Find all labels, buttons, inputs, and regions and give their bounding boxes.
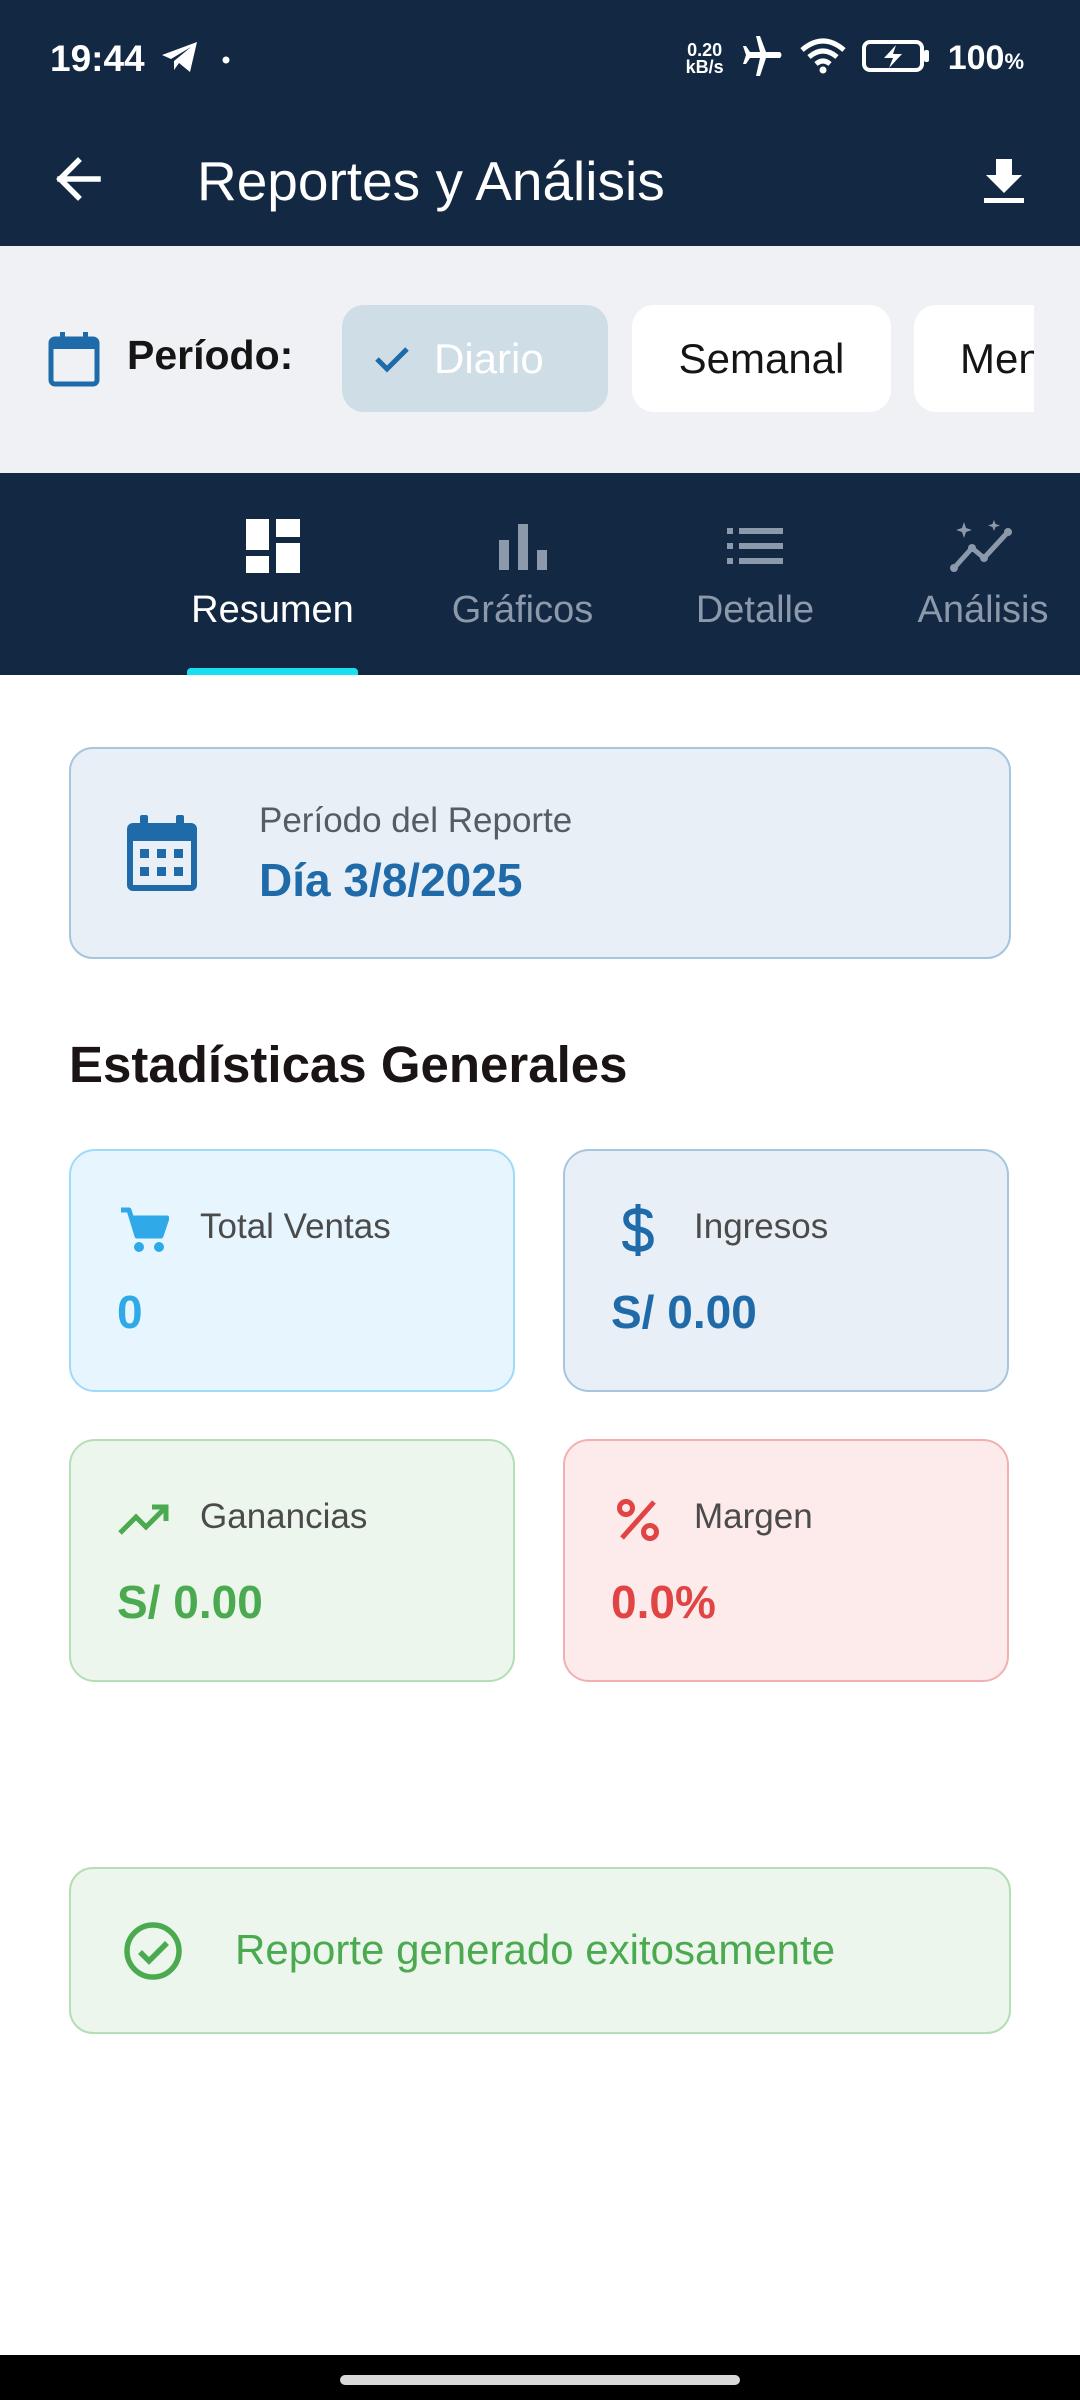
period-chip-semanal[interactable]: Semanal (632, 305, 891, 412)
back-button[interactable] (40, 143, 116, 219)
stat-label: Total Ventas (200, 1207, 391, 1246)
dashboard-icon (245, 515, 300, 577)
chip-label: Mensual (960, 334, 1034, 382)
trending-up-icon (117, 1493, 171, 1547)
check-circle-icon (123, 1921, 183, 1986)
wifi-icon (800, 38, 846, 79)
tab-label: Resumen (191, 589, 354, 631)
navigation-bar (0, 2355, 1080, 2400)
insights-icon (950, 515, 1016, 577)
dollar-icon (611, 1203, 665, 1257)
status-bar: 19:44 0.20 kB/s 100% (0, 0, 1080, 123)
chip-label: Diario (434, 334, 544, 382)
check-icon (374, 335, 410, 383)
stat-value: 0.0% (611, 1576, 716, 1628)
tab-detalle[interactable]: Detalle (680, 473, 830, 675)
telegram-icon (160, 40, 200, 79)
chip-label: Semanal (678, 334, 845, 382)
stat-card-total-ventas: Total Ventas 0 (69, 1149, 515, 1392)
percent-icon (611, 1493, 665, 1547)
tab-label: Gráficos (451, 589, 594, 631)
report-period-card: Período del Reporte Día 3/8/2025 (69, 747, 1011, 959)
bar-chart-icon (498, 515, 547, 577)
cart-icon (117, 1203, 171, 1257)
calendar-icon (127, 815, 197, 896)
stat-card-ganancias: Ganancias S/ 0.00 (69, 1439, 515, 1682)
airplane-icon (740, 36, 784, 81)
tab-label: Análisis (917, 589, 1049, 631)
calendar-icon (48, 331, 100, 392)
stat-label: Ganancias (200, 1497, 368, 1536)
tab-resumen[interactable]: Resumen (187, 473, 358, 675)
status-time: 19:44 (50, 38, 145, 79)
success-banner: Reporte generado exitosamente (69, 1867, 1011, 2034)
report-period-subtitle: Período del Reporte (259, 801, 573, 840)
stat-value: 0 (117, 1286, 143, 1338)
list-icon (727, 515, 783, 577)
home-gesture-handle[interactable] (340, 2375, 740, 2385)
arrow-back-icon (54, 156, 102, 206)
tab-label: Detalle (695, 589, 815, 631)
success-message: Reporte generado exitosamente (235, 1926, 836, 1973)
page-title: Reportes y Análisis (197, 150, 665, 212)
network-speed: 0.20 kB/s (685, 39, 724, 77)
stat-value: S/ 0.00 (117, 1576, 263, 1628)
report-period-date: Día 3/8/2025 (259, 854, 523, 906)
period-chip-mensual[interactable]: Mensual (914, 305, 1034, 412)
tab-indicator (187, 668, 358, 675)
battery-charging-icon (861, 39, 932, 78)
stat-label: Margen (694, 1497, 813, 1536)
period-chip-diario[interactable]: Diario (342, 305, 608, 412)
period-label: Período: (127, 332, 294, 378)
stat-label: Ingresos (694, 1207, 829, 1246)
tab-graficos[interactable]: Gráficos (440, 473, 605, 675)
download-button[interactable] (964, 143, 1044, 223)
stat-card-ingresos: Ingresos S/ 0.00 (563, 1149, 1009, 1392)
stat-card-margen: Margen 0.0% (563, 1439, 1009, 1682)
period-filter: Período: Diario Semanal Mensual (0, 246, 1080, 473)
download-icon (982, 157, 1026, 210)
dot-icon (222, 51, 230, 69)
app-bar: Reportes y Análisis (0, 123, 1080, 246)
stat-value: S/ 0.00 (611, 1286, 757, 1338)
section-title: Estadísticas Generales (69, 1036, 628, 1093)
battery-percent: 100% (947, 39, 1024, 77)
tab-analisis[interactable]: Análisis (908, 473, 1058, 675)
tab-bar: Resumen Gráficos Detalle Análisis (0, 473, 1080, 675)
